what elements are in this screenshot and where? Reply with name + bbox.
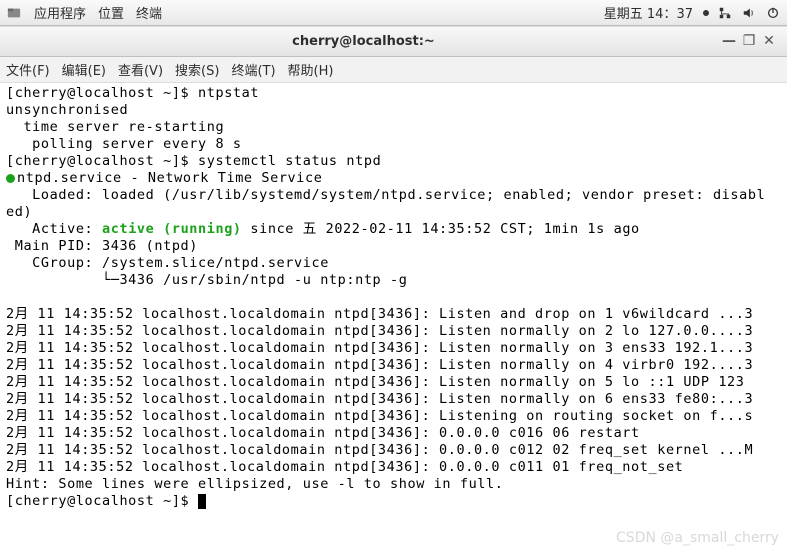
power-icon[interactable]	[765, 5, 781, 21]
panel-applications[interactable]: 应用程序	[34, 3, 86, 22]
cursor	[198, 494, 206, 509]
log-line: 2月 11 14:35:52 localhost.localdomain ntp…	[6, 340, 753, 356]
titlebar[interactable]: cherry@localhost:~ — ❐ ✕	[0, 27, 787, 57]
log-line: 2月 11 14:35:52 localhost.localdomain ntp…	[6, 425, 640, 441]
output-line: polling server every 8 s	[6, 136, 242, 152]
log-line: 2月 11 14:35:52 localhost.localdomain ntp…	[6, 459, 683, 475]
log-line: 2月 11 14:35:52 localhost.localdomain ntp…	[6, 391, 753, 407]
terminal-viewport[interactable]: [cherry@localhost ~]$ ntpstat unsynchron…	[0, 83, 787, 551]
prompt: [cherry@localhost ~]$	[6, 85, 198, 101]
maximize-button[interactable]: ❐	[739, 33, 759, 51]
output-line: unsynchronised	[6, 102, 128, 118]
window-title: cherry@localhost:~	[8, 34, 719, 49]
menu-edit[interactable]: 编辑(E)	[62, 60, 106, 79]
command-text: systemctl status ntpd	[198, 153, 381, 169]
prompt: [cherry@localhost ~]$	[6, 153, 198, 169]
output-line: CGroup: /system.slice/ntpd.service	[6, 255, 329, 271]
log-line: 2月 11 14:35:52 localhost.localdomain ntp…	[6, 357, 753, 373]
output-line: Loaded: loaded (/usr/lib/systemd/system/…	[6, 187, 765, 203]
output-line: └─3436 /usr/sbin/ntpd -u ntp:ntp -g	[6, 272, 407, 288]
log-line: 2月 11 14:35:52 localhost.localdomain ntp…	[6, 408, 753, 424]
output-line: ed)	[6, 204, 32, 220]
panel-places[interactable]: 位置	[98, 3, 124, 22]
watermark: CSDN @a_small_cherry	[616, 530, 779, 547]
service-name: ntpd.service - Network Time Service	[17, 170, 322, 186]
close-button[interactable]: ✕	[759, 33, 779, 51]
menu-view[interactable]: 查看(V)	[118, 60, 163, 79]
active-status: active (running)	[102, 221, 242, 237]
volume-icon[interactable]	[741, 5, 757, 21]
menubar: 文件(F) 编辑(E) 查看(V) 搜索(S) 终端(T) 帮助(H)	[0, 57, 787, 83]
menu-search[interactable]: 搜索(S)	[175, 60, 219, 79]
status-dot-icon	[6, 174, 15, 183]
panel-clock[interactable]: 星期五 14：37	[604, 3, 693, 22]
network-icon[interactable]	[717, 5, 733, 21]
log-line: 2月 11 14:35:52 localhost.localdomain ntp…	[6, 374, 745, 390]
prompt: [cherry@localhost ~]$	[6, 493, 198, 509]
places-icon	[6, 5, 22, 21]
menu-file[interactable]: 文件(F)	[6, 60, 50, 79]
terminal-window: cherry@localhost:~ — ❐ ✕ 文件(F) 编辑(E) 查看(…	[0, 26, 787, 551]
output-line: Main PID: 3436 (ntpd)	[6, 238, 198, 254]
output-line: Active:	[6, 221, 102, 237]
log-line: 2月 11 14:35:52 localhost.localdomain ntp…	[6, 323, 753, 339]
minimize-button[interactable]: —	[719, 33, 739, 51]
log-line: 2月 11 14:35:52 localhost.localdomain ntp…	[6, 442, 753, 458]
command-text: ntpstat	[198, 85, 259, 101]
log-line: 2月 11 14:35:52 localhost.localdomain ntp…	[6, 306, 753, 322]
panel-terminal[interactable]: 终端	[136, 3, 162, 22]
menu-help[interactable]: 帮助(H)	[288, 60, 334, 79]
top-panel: 应用程序 位置 终端 星期五 14：37	[0, 0, 787, 26]
menu-terminal[interactable]: 终端(T)	[231, 60, 275, 79]
hint-line: Hint: Some lines were ellipsized, use -l…	[6, 476, 503, 492]
output-line: time server re-starting	[6, 119, 224, 135]
output-line: since 五 2022-02-11 14:35:52 CST; 1min 1s…	[242, 221, 640, 237]
record-indicator-icon	[703, 10, 709, 16]
